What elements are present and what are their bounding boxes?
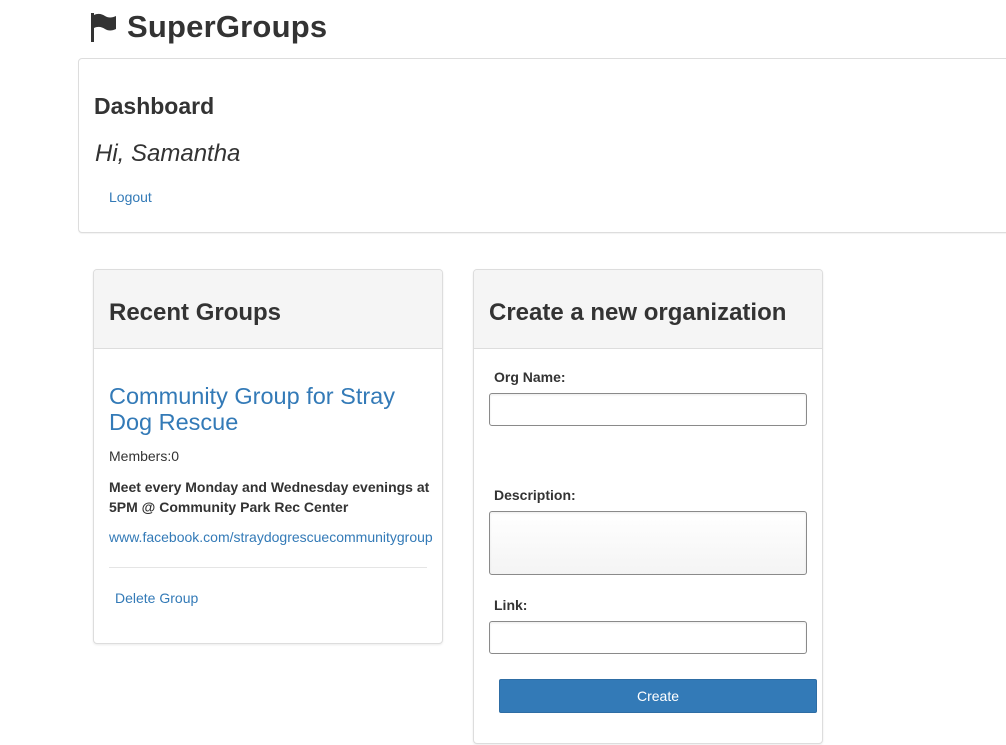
recent-groups-title: Recent Groups (109, 299, 282, 326)
dashboard-title: Dashboard (94, 93, 215, 119)
org-name-label: Org Name: (494, 369, 566, 385)
recent-groups-panel: Recent Groups Community Group for Stray … (93, 269, 443, 644)
brand[interactable]: SuperGroups (89, 8, 327, 46)
user-greeting: Hi, Samantha (95, 140, 241, 167)
recent-groups-heading: Recent Groups (94, 270, 442, 349)
create-organization-panel: Create a new organization Org Name: Desc… (473, 269, 823, 744)
app-title: SuperGroups (127, 9, 328, 44)
group-external-link[interactable]: www.facebook.com/straydogrescuecommunity… (109, 529, 433, 545)
link-label: Link: (494, 597, 528, 613)
delete-group-link[interactable]: Delete Group (115, 590, 198, 606)
group-description: Meet every Monday and Wednesday evenings… (109, 479, 430, 515)
org-name-input[interactable] (489, 393, 807, 426)
create-button[interactable]: Create (499, 679, 817, 713)
dashboard-panel: Dashboard Hi, Samantha Logout (78, 58, 1006, 233)
group-divider (109, 567, 427, 568)
link-input[interactable] (489, 621, 807, 654)
group-name-link[interactable]: Community Group for Stray Dog Rescue (109, 383, 429, 435)
description-label: Description: (494, 487, 576, 503)
logout-link[interactable]: Logout (109, 189, 152, 205)
create-organization-heading: Create a new organization (474, 270, 822, 349)
create-organization-title: Create a new organization (489, 299, 787, 326)
description-textarea[interactable] (489, 511, 807, 575)
flag-icon (89, 12, 117, 42)
group-members-count: Members:0 (109, 448, 180, 464)
